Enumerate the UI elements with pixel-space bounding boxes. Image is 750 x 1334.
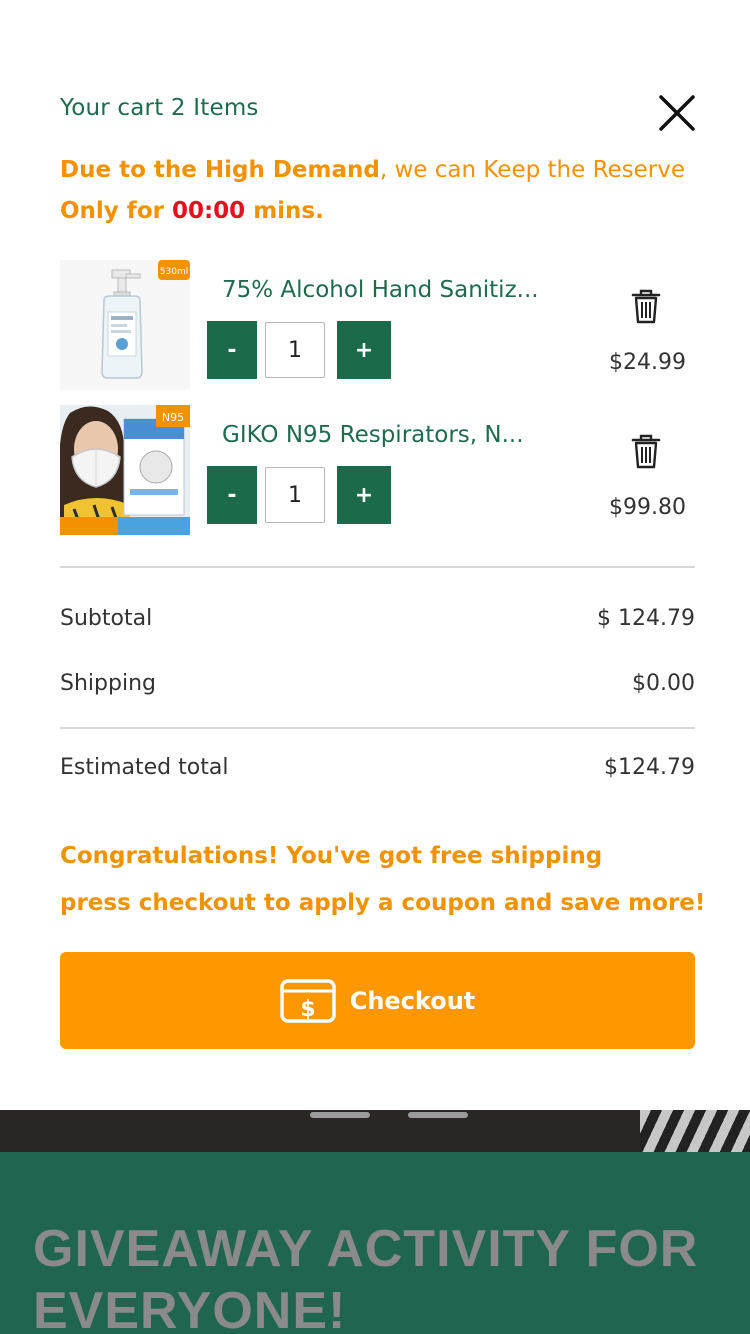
product-name[interactable]: 75% Alcohol Hand Sanitiz...	[222, 277, 539, 303]
carousel-dot[interactable]	[310, 1112, 370, 1118]
item-price: $99.80	[609, 495, 686, 520]
coupon-message: press checkout to apply a coupon and sav…	[60, 890, 706, 916]
quantity-decrease-button[interactable]: -	[207, 466, 257, 524]
remove-item-button[interactable]	[630, 289, 662, 325]
cart-title: Your cart 2 Items	[60, 95, 259, 121]
sanitizer-bottle-icon: 530ml	[60, 260, 190, 390]
product-image-sanitizer[interactable]: 530ml	[60, 260, 190, 390]
quantity-input[interactable]	[265, 322, 325, 378]
product-image-n95[interactable]: N95	[60, 405, 190, 535]
checkout-label: Checkout	[349, 986, 476, 1015]
notice-only-for: Only for	[60, 198, 172, 224]
divider	[60, 727, 695, 729]
subtotal-label: Subtotal	[60, 606, 153, 631]
trash-icon	[631, 434, 661, 469]
hero-banner-image	[640, 1110, 750, 1152]
svg-text:$: $	[300, 997, 315, 1022]
divider	[60, 566, 695, 568]
n95-mask-product-icon: N95	[60, 405, 190, 535]
quantity-decrease-button[interactable]: -	[207, 321, 257, 379]
quantity-increase-button[interactable]: +	[337, 466, 391, 524]
hero-banner-strip	[0, 1110, 750, 1152]
giveaway-section: GIVEAWAY ACTIVITY FOR EVERYONE!	[0, 1152, 750, 1334]
shipping-label: Shipping	[60, 671, 156, 696]
reserve-notice: Due to the High Demand, we can Keep the …	[60, 150, 700, 232]
carousel-dot[interactable]	[408, 1112, 468, 1118]
checkout-button[interactable]: $ Checkout	[60, 952, 695, 1049]
notice-mins: mins.	[245, 198, 324, 224]
notice-emphasis: Due to the High Demand	[60, 157, 380, 183]
giveaway-title: GIVEAWAY ACTIVITY FOR EVERYONE!	[33, 1220, 699, 1334]
cart-panel: Your cart 2 Items Due to the High Demand…	[0, 0, 750, 1110]
subtotal-value: $ 124.79	[597, 606, 695, 631]
remove-item-button[interactable]	[630, 434, 662, 470]
product-name[interactable]: GIKO N95 Respirators, N...	[222, 422, 524, 448]
quantity-input[interactable]	[265, 467, 325, 523]
trash-icon	[631, 289, 661, 324]
svg-text:N95: N95	[162, 411, 184, 424]
estimated-total-label: Estimated total	[60, 755, 229, 780]
quantity-increase-button[interactable]: +	[337, 321, 391, 379]
close-icon	[659, 95, 695, 131]
estimated-total-value: $124.79	[604, 755, 695, 780]
free-shipping-message: Congratulations! You've got free shippin…	[60, 843, 603, 869]
shipping-value: $0.00	[632, 671, 695, 696]
reserve-timer: 00:00	[171, 198, 246, 224]
payment-card-icon: $	[279, 978, 336, 1023]
close-button[interactable]	[656, 92, 698, 134]
item-price: $24.99	[609, 350, 686, 375]
notice-text: , we can Keep the Reserve	[379, 157, 686, 183]
svg-text:530ml: 530ml	[160, 267, 188, 277]
